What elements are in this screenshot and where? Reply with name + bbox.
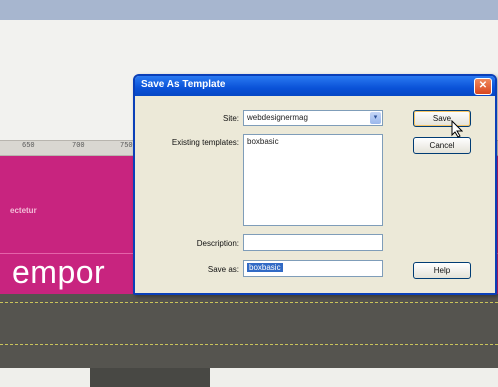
design-canvas-band: [0, 294, 498, 368]
ruler-tick: 700: [72, 142, 85, 150]
nav-text: ectetur: [10, 206, 37, 215]
list-item[interactable]: boxbasic: [247, 137, 379, 146]
guide-line: [0, 344, 498, 345]
dropdown-arrow-icon[interactable]: ▾: [370, 112, 381, 124]
existing-templates-label: Existing templates:: [171, 138, 239, 147]
site-label: Site:: [222, 114, 239, 123]
description-label: Description:: [196, 239, 239, 248]
save-as-label: Save as:: [207, 265, 239, 274]
dialog-title: Save As Template: [141, 79, 226, 90]
ruler-tick: 750: [120, 142, 133, 150]
save-as-field[interactable]: boxbasic: [243, 260, 383, 277]
ruler-tick: 650: [22, 142, 35, 150]
cancel-button[interactable]: Cancel: [413, 137, 471, 154]
banner-text: empor: [12, 254, 106, 290]
site-select[interactable]: webdesignermag ▾: [243, 110, 383, 126]
save-as-value: boxbasic: [247, 263, 283, 272]
close-icon[interactable]: ✕: [474, 78, 492, 95]
design-canvas-footer: [0, 368, 498, 387]
dialog-titlebar[interactable]: Save As Template ✕: [135, 76, 495, 96]
description-field[interactable]: [243, 234, 383, 251]
help-button[interactable]: Help: [413, 262, 471, 279]
save-as-template-dialog: Save As Template ✕ Site: webdesignermag …: [133, 74, 497, 295]
existing-templates-list[interactable]: boxbasic: [243, 134, 383, 226]
top-toolbar-band: [0, 0, 498, 20]
canvas-block: [90, 368, 210, 387]
mouse-cursor-icon: [451, 120, 463, 138]
guide-line: [0, 302, 498, 303]
site-value: webdesignermag: [247, 113, 308, 122]
